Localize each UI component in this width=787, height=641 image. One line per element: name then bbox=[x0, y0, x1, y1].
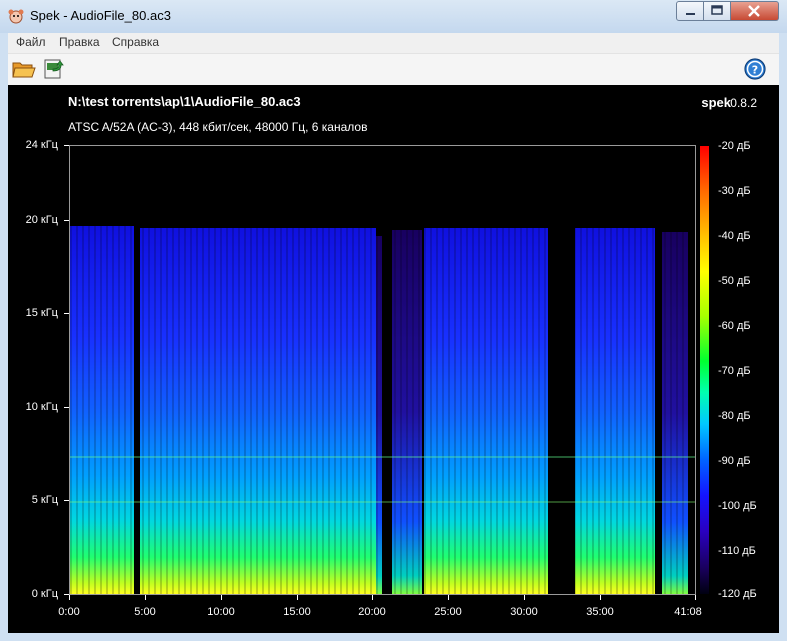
x-tick bbox=[695, 595, 696, 600]
freq-tick-label: 24 кГц bbox=[25, 139, 58, 151]
time-tick-label: 10:00 bbox=[207, 606, 235, 618]
save-button[interactable] bbox=[41, 57, 67, 81]
title-bar[interactable]: Spek - AudioFile_80.ac3 bbox=[0, 0, 787, 33]
time-tick-label: 35:00 bbox=[586, 606, 614, 618]
toolbar: ? bbox=[8, 54, 779, 85]
time-tick-label: 30:00 bbox=[510, 606, 538, 618]
x-tick bbox=[524, 595, 525, 600]
stream-info: ATSC A/52A (AC-3), 448 кбит/сек, 48000 Г… bbox=[68, 120, 368, 134]
y-tick bbox=[64, 407, 69, 408]
menu-help[interactable]: Справка bbox=[112, 35, 159, 49]
freq-tick-label: 5 кГц bbox=[31, 494, 58, 506]
x-tick bbox=[297, 595, 298, 600]
menu-edit[interactable]: Правка bbox=[59, 35, 100, 49]
x-tick bbox=[69, 595, 70, 600]
menu-file[interactable]: Файл bbox=[16, 35, 46, 49]
time-tick-label: 0:00 bbox=[58, 606, 80, 618]
open-file-button[interactable] bbox=[11, 57, 37, 81]
svg-text:?: ? bbox=[752, 64, 758, 77]
time-tick-label: 15:00 bbox=[283, 606, 311, 618]
spectrogram-plot bbox=[69, 145, 696, 595]
time-tick-label: 41:08 bbox=[674, 606, 702, 618]
help-icon: ? bbox=[744, 58, 766, 80]
time-tick-label: 25:00 bbox=[434, 606, 462, 618]
window-title: Spek - AudioFile_80.ac3 bbox=[30, 8, 171, 23]
help-button[interactable]: ? bbox=[742, 57, 768, 81]
db-tick-label: -100 дБ bbox=[718, 500, 757, 512]
db-tick-label: -70 дБ bbox=[718, 365, 751, 377]
db-tick-label: -90 дБ bbox=[718, 455, 751, 467]
db-tick-label: -120 дБ bbox=[718, 588, 757, 600]
app-version: 0.8.2 bbox=[730, 96, 757, 110]
close-button[interactable] bbox=[731, 1, 779, 21]
db-tick-label: -60 дБ bbox=[718, 320, 751, 332]
app-window: Spek - AudioFile_80.ac3 Файл Правка Спра… bbox=[0, 0, 787, 641]
folder-open-icon bbox=[12, 62, 36, 78]
x-tick bbox=[221, 595, 222, 600]
menu-bar: Файл Правка Справка bbox=[8, 33, 779, 54]
save-export-icon bbox=[44, 59, 64, 79]
maximize-icon bbox=[711, 5, 723, 15]
freq-tick-label: 15 кГц bbox=[25, 307, 58, 319]
time-tick-label: 5:00 bbox=[134, 606, 156, 618]
decibel-color-scale bbox=[700, 146, 709, 594]
file-path: N:\test torrents\ap\1\AudioFile_80.ac3 bbox=[68, 94, 301, 109]
minimize-button[interactable] bbox=[676, 1, 704, 21]
freq-tick-label: 20 кГц bbox=[25, 214, 58, 226]
db-tick-label: -30 дБ bbox=[718, 185, 751, 197]
x-tick bbox=[448, 595, 449, 600]
y-tick bbox=[64, 313, 69, 314]
freq-tick-label: 10 кГц bbox=[25, 401, 58, 413]
y-tick bbox=[64, 500, 69, 501]
minimize-icon bbox=[686, 13, 695, 15]
db-tick-label: -110 дБ bbox=[718, 545, 756, 557]
x-tick bbox=[600, 595, 601, 600]
db-tick-label: -20 дБ bbox=[718, 140, 751, 152]
maximize-button[interactable] bbox=[704, 1, 731, 21]
y-tick bbox=[64, 145, 69, 146]
x-tick bbox=[372, 595, 373, 600]
y-tick bbox=[64, 220, 69, 221]
db-tick-label: -50 дБ bbox=[718, 275, 751, 287]
x-tick bbox=[145, 595, 146, 600]
app-name: spek bbox=[701, 95, 731, 110]
spek-app-icon bbox=[8, 9, 24, 24]
close-icon bbox=[748, 5, 760, 17]
db-tick-label: -80 дБ bbox=[718, 410, 751, 422]
db-tick-label: -40 дБ bbox=[718, 230, 751, 242]
spectrogram-view[interactable]: N:\test torrents\ap\1\AudioFile_80.ac3 A… bbox=[8, 85, 779, 633]
time-tick-label: 20:00 bbox=[358, 606, 386, 618]
freq-tick-label: 0 кГц bbox=[31, 588, 58, 600]
spectrogram-image bbox=[70, 226, 695, 594]
